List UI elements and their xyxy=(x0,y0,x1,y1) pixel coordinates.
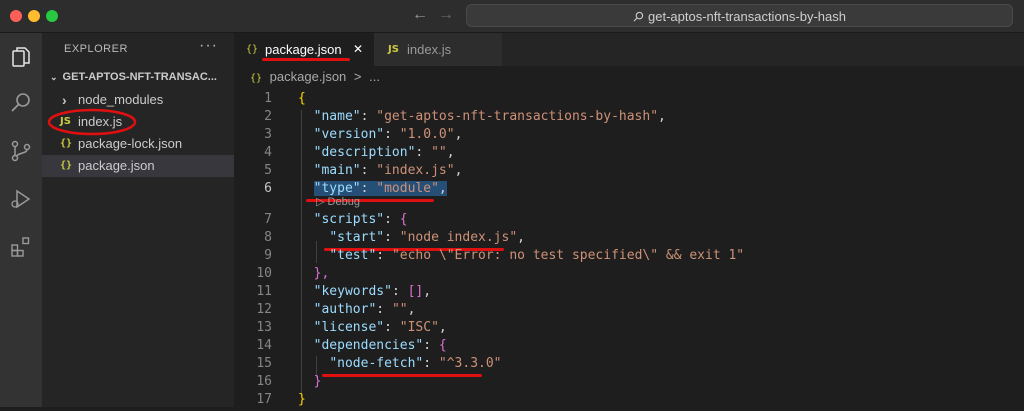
json-key: "description" xyxy=(313,145,416,160)
json-key: "dependencies" xyxy=(313,338,424,353)
tab-label: package.json xyxy=(265,42,342,57)
code-token: } xyxy=(298,392,306,407)
close-window-button[interactable] xyxy=(10,10,22,22)
tree-item-package-lock-json[interactable]: {} package-lock.json xyxy=(42,133,234,155)
explorer-icon[interactable] xyxy=(7,43,35,71)
json-value: [] xyxy=(407,284,424,299)
json-key: "node-fetch" xyxy=(329,356,424,371)
tree-item-label: package-lock.json xyxy=(78,136,183,151)
tree-item-package-json[interactable]: {} package.json xyxy=(42,155,234,177)
tree-item-label: package.json xyxy=(78,158,155,173)
red-circle-annotation xyxy=(47,108,137,136)
breadcrumb: {} package.json > ... xyxy=(250,69,380,84)
tab-label: index.js xyxy=(407,42,452,57)
back-arrow-icon[interactable]: ← xyxy=(412,6,428,24)
run-debug-icon[interactable] xyxy=(7,185,35,213)
line-number: 6 xyxy=(264,181,272,196)
search-icon[interactable] xyxy=(7,89,35,117)
editor-area: {} package.json ✕ JS index.js {} package… xyxy=(234,33,1024,407)
code-token: }, xyxy=(313,266,330,281)
json-file-icon: {} xyxy=(246,44,259,55)
line-number: 17 xyxy=(256,392,272,407)
json-key: "test" xyxy=(329,248,377,263)
more-actions-icon[interactable]: ··· xyxy=(199,37,218,55)
activity-bar xyxy=(0,33,42,407)
close-tab-icon[interactable]: ✕ xyxy=(353,33,363,66)
explorer-sidebar: EXPLORER ··· ⌄ GET-APTOS-NFT-TRANSAC... ›… xyxy=(42,33,234,407)
minimize-window-button[interactable] xyxy=(28,10,40,22)
search-icon xyxy=(633,11,644,22)
json-key: "author" xyxy=(313,302,377,317)
explorer-title: EXPLORER xyxy=(64,43,128,55)
maximize-window-button[interactable] xyxy=(46,10,58,22)
json-value: "echo \"Error: no test specified\" && ex… xyxy=(391,248,745,263)
json-value: "" xyxy=(431,145,447,160)
breadcrumb-separator: > xyxy=(353,69,362,84)
json-value: "node index.js" xyxy=(399,230,518,245)
json-file-icon: {} xyxy=(250,73,263,84)
json-value: "^3.3.0" xyxy=(438,356,502,371)
json-value: "module" xyxy=(376,181,439,196)
json-key: "scripts" xyxy=(313,212,385,227)
json-key: "start" xyxy=(329,230,385,245)
code-token: { xyxy=(298,91,306,106)
json-key: "name" xyxy=(313,109,361,124)
json-value: "1.0.0" xyxy=(399,127,455,142)
search-text: get-aptos-nft-transactions-by-hash xyxy=(648,9,846,24)
tab-bar: {} package.json ✕ JS index.js xyxy=(234,33,1024,66)
json-key: "license" xyxy=(313,320,385,335)
code-token: { xyxy=(399,212,408,227)
json-key: "main" xyxy=(313,163,361,178)
code-token: } xyxy=(313,374,322,389)
title-bar: ← → get-aptos-nft-transactions-by-hash xyxy=(0,0,1024,33)
workspace-folder[interactable]: ⌄ GET-APTOS-NFT-TRANSAC... xyxy=(50,71,217,83)
debug-codelens[interactable]: ▷ Debug xyxy=(316,195,360,208)
red-underline-annotation xyxy=(262,58,350,61)
json-value: "get-aptos-nft-transactions-by-hash" xyxy=(376,109,659,124)
chevron-down-icon: ⌄ xyxy=(50,72,58,82)
json-key: "keywords" xyxy=(313,284,392,299)
json-file-icon: {} xyxy=(60,138,73,149)
forward-arrow-icon[interactable]: → xyxy=(438,6,454,24)
js-file-icon: JS xyxy=(388,44,399,55)
command-search-box[interactable]: get-aptos-nft-transactions-by-hash xyxy=(466,4,1013,27)
code-token: { xyxy=(438,338,447,353)
json-file-icon: {} xyxy=(60,160,73,171)
code-line[interactable]: 17} xyxy=(234,389,1024,411)
tab-package-json[interactable]: {} package.json ✕ xyxy=(234,33,374,66)
source-control-icon[interactable] xyxy=(7,137,35,165)
json-key: "type" xyxy=(313,181,361,196)
json-value: "" xyxy=(391,302,408,317)
json-key: "version" xyxy=(313,127,385,142)
folder-name: GET-APTOS-NFT-TRANSAC... xyxy=(62,71,217,83)
json-value: "index.js" xyxy=(376,163,455,178)
breadcrumb-rest[interactable]: ... xyxy=(369,69,380,84)
extensions-icon[interactable] xyxy=(7,233,35,261)
breadcrumb-file[interactable]: package.json xyxy=(270,69,347,84)
tab-index-js[interactable]: JS index.js xyxy=(374,33,502,66)
tree-item-index-js[interactable]: JS index.js xyxy=(42,108,234,136)
json-value: "ISC" xyxy=(399,320,439,335)
